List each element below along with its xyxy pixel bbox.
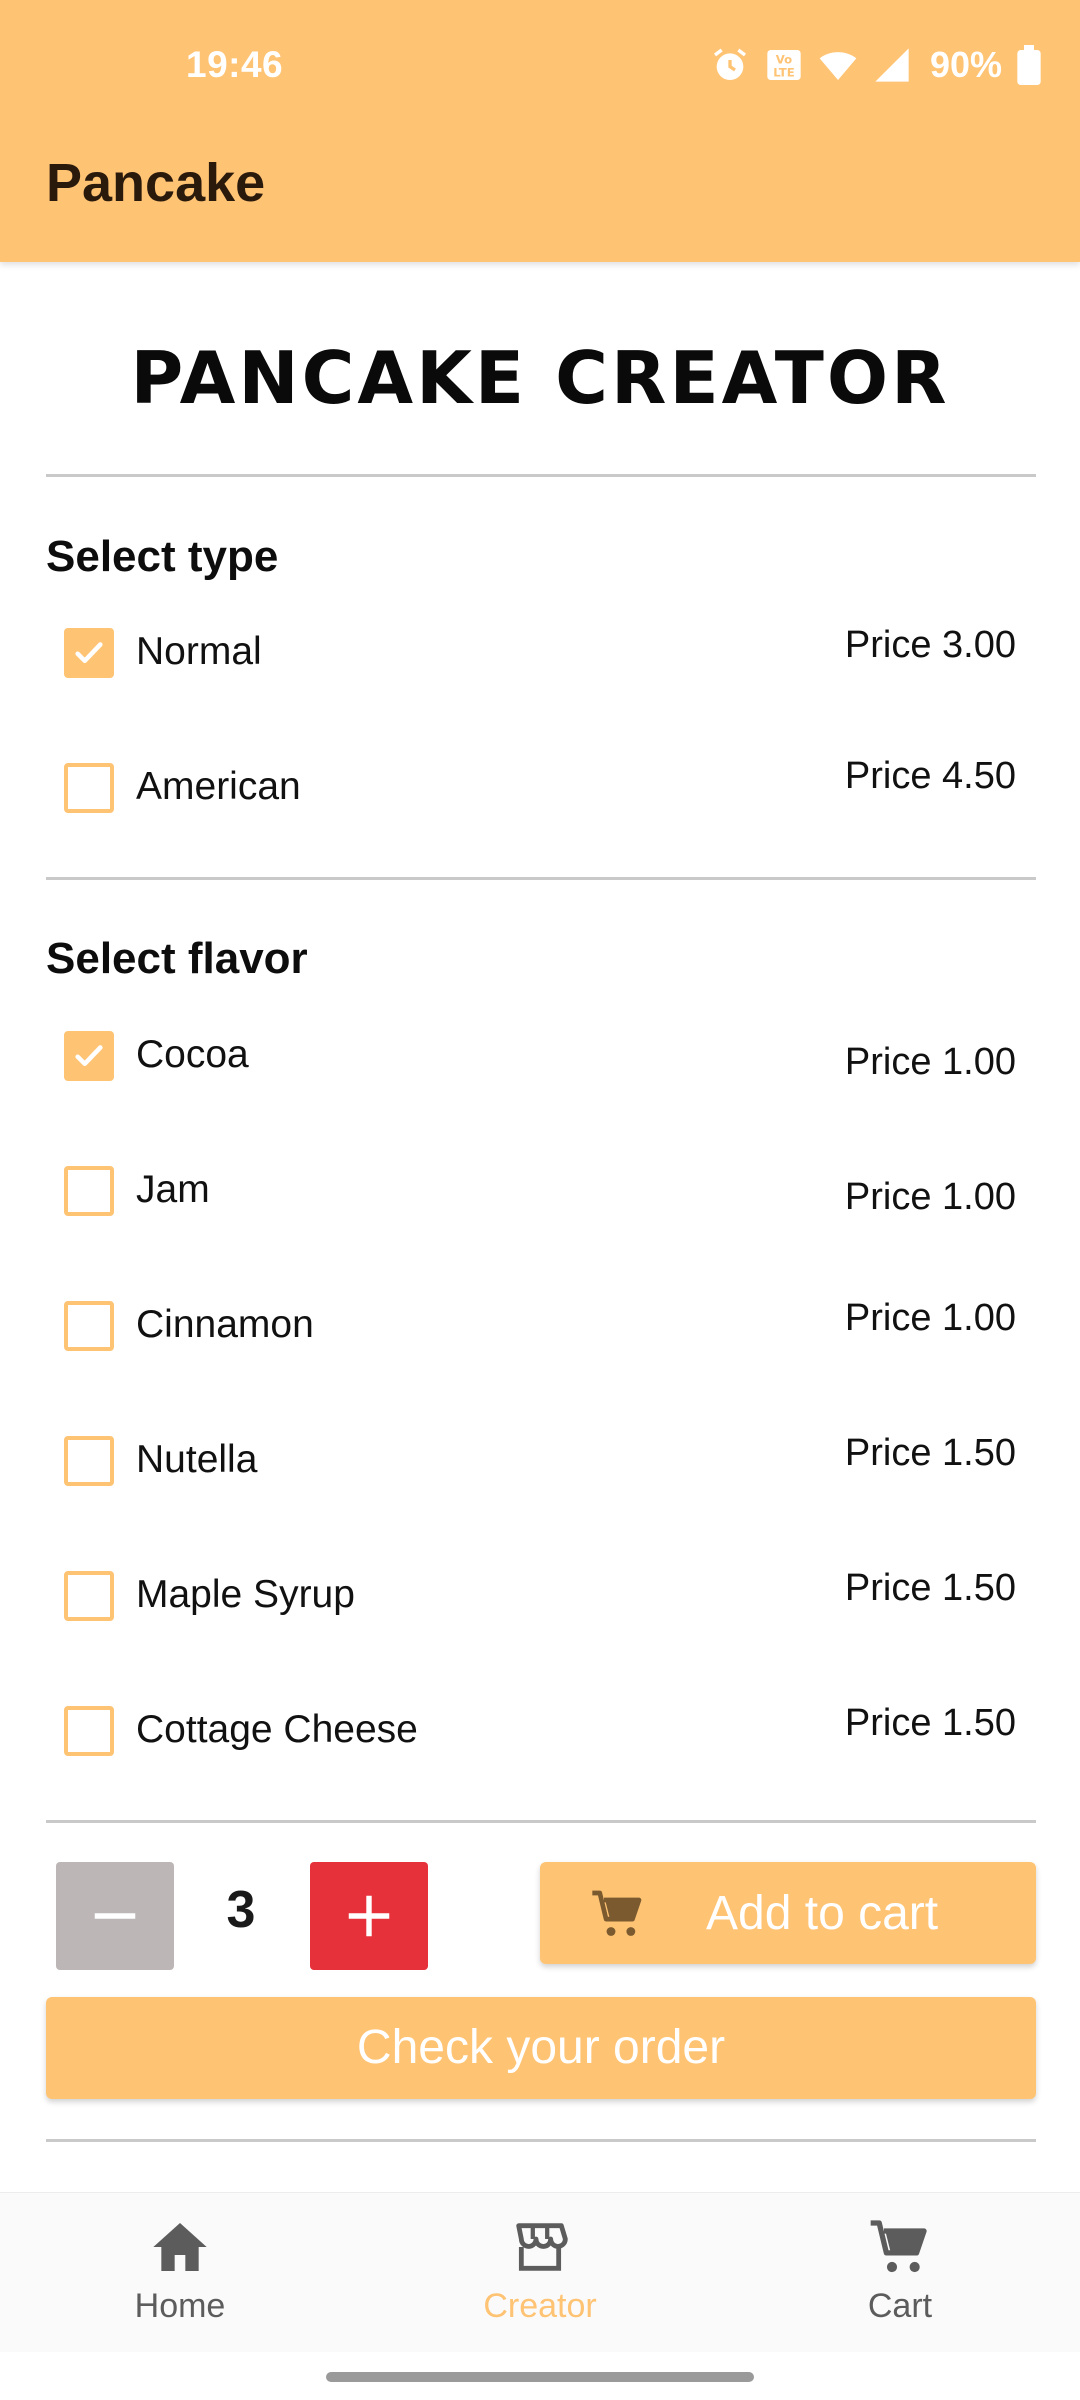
option-label: American (136, 765, 301, 808)
option-label: Maple Syrup (136, 1573, 355, 1616)
nav-cart-label: Cart (867, 2287, 933, 2325)
divider (46, 877, 1036, 880)
page-title: PANCAKE CREATOR (130, 336, 950, 420)
bottom-navigation: Home Creator Cart (0, 2192, 1080, 2352)
checkbox-unchecked[interactable] (64, 1571, 114, 1621)
checkbox-unchecked[interactable] (64, 763, 114, 813)
decrease-quantity-button[interactable] (56, 1862, 174, 1970)
option-price: Price 1.50 (844, 1432, 1016, 1474)
checkbox-unchecked[interactable] (64, 1301, 114, 1351)
increase-quantity-button[interactable] (310, 1862, 428, 1970)
nav-home-label: Home (134, 2287, 226, 2325)
checkbox-checked[interactable] (64, 628, 114, 678)
option-label: Jam (136, 1168, 210, 1211)
svg-text:LTE: LTE (773, 66, 794, 80)
battery-icon (1016, 45, 1042, 85)
app-top-bar: 19:46 Vo LTE 90% Pancake (0, 0, 1080, 262)
flavor-section-title: Select flavor (46, 934, 308, 983)
flavor-option-jam[interactable]: Jam Price 1.00 (46, 1154, 1016, 1234)
store-icon (516, 2223, 568, 2271)
flavor-option-maple-syrup[interactable]: Maple Syrup Price 1.50 (46, 1559, 1016, 1639)
quantity-value: 3 (226, 1881, 256, 1939)
signal-icon (872, 45, 912, 85)
nav-home[interactable]: Home (80, 2215, 280, 2326)
status-icons: Vo LTE 90% (710, 40, 1042, 90)
option-label: Nutella (136, 1438, 258, 1481)
check-order-button[interactable]: Check your order (46, 1997, 1036, 2099)
checkbox-unchecked[interactable] (64, 1436, 114, 1486)
nav-creator-label: Creator (483, 2287, 597, 2325)
divider (46, 474, 1036, 477)
flavor-option-cinnamon[interactable]: Cinnamon Price 1.00 (46, 1289, 1016, 1369)
type-option-normal[interactable]: Normal Price 3.00 (46, 616, 1016, 696)
volte-icon: Vo LTE (764, 45, 804, 85)
add-to-cart-button[interactable]: Add to cart (540, 1862, 1036, 1964)
battery-percent: 90% (929, 44, 1002, 85)
option-price: Price 1.00 (844, 1176, 1016, 1218)
alarm-icon (710, 45, 750, 85)
plus-icon (348, 1895, 390, 1937)
checkbox-checked[interactable] (64, 1031, 114, 1081)
nav-cart[interactable]: Cart (800, 2215, 1000, 2326)
option-price: Price 1.50 (844, 1567, 1016, 1609)
option-label: Cocoa (136, 1033, 249, 1076)
option-price: Price 1.50 (844, 1702, 1016, 1744)
cart-icon (592, 1890, 642, 1936)
flavor-option-cottage-cheese[interactable]: Cottage Cheese Price 1.50 (46, 1694, 1016, 1774)
option-label: Cottage Cheese (136, 1708, 418, 1751)
option-label: Normal (136, 630, 262, 673)
option-price: Price 1.00 (844, 1041, 1016, 1083)
type-section-title: Select type (46, 532, 279, 581)
option-price: Price 1.00 (844, 1297, 1016, 1339)
option-price: Price 3.00 (844, 624, 1016, 666)
app-title: Pancake (46, 153, 266, 213)
home-icon (153, 2223, 207, 2271)
gesture-bar[interactable] (326, 2372, 754, 2382)
svg-text:Vo: Vo (776, 52, 792, 66)
flavor-option-nutella[interactable]: Nutella Price 1.50 (46, 1424, 1016, 1504)
option-label: Cinnamon (136, 1303, 314, 1346)
cart-icon (870, 2220, 927, 2273)
type-option-american[interactable]: American Price 4.50 (46, 751, 1016, 831)
divider (46, 2139, 1036, 2142)
checkbox-unchecked[interactable] (64, 1166, 114, 1216)
add-to-cart-label: Add to cart (706, 1887, 939, 1940)
wifi-icon (818, 45, 858, 85)
nav-creator[interactable]: Creator (440, 2215, 640, 2326)
status-time: 19:46 (186, 44, 284, 85)
option-price: Price 4.50 (844, 755, 1016, 797)
divider (46, 1820, 1036, 1823)
checkbox-unchecked[interactable] (64, 1706, 114, 1756)
minus-icon (94, 1913, 136, 1919)
flavor-option-cocoa[interactable]: Cocoa Price 1.00 (46, 1019, 1016, 1099)
